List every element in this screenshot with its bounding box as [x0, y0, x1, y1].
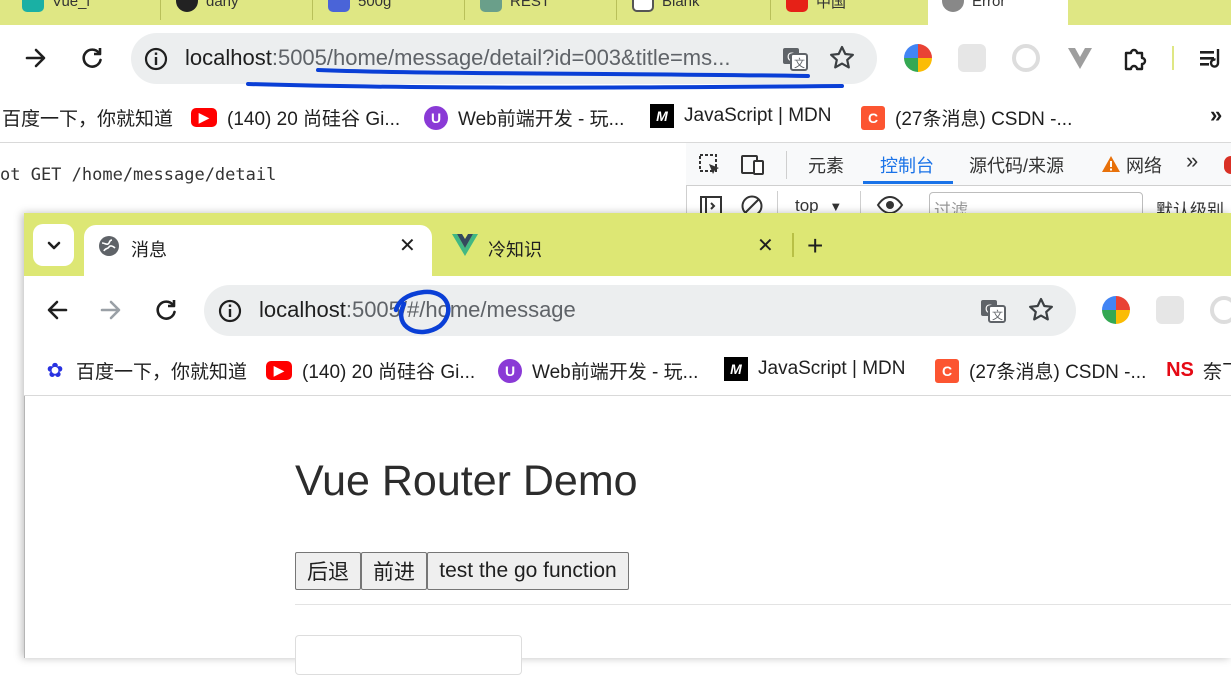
back-button[interactable]: 后退: [295, 552, 361, 590]
mdn-icon: M: [724, 357, 748, 381]
back-tab-4[interactable]: REST: [480, 0, 550, 16]
tab-favicon-icon: [22, 0, 44, 12]
extension-icon[interactable]: [1156, 296, 1184, 324]
error-badge: [1224, 156, 1231, 174]
dropdown-arrow-icon: ▼: [829, 199, 843, 214]
csdn-icon: C: [935, 358, 959, 383]
tab-search-button[interactable]: [33, 224, 74, 266]
back-arrow-icon[interactable]: [43, 296, 71, 329]
extensions-puzzle-icon[interactable]: [1121, 44, 1149, 77]
close-tab-icon[interactable]: ✕: [757, 233, 774, 258]
tab-favicon-icon: [480, 0, 502, 12]
more-tabs-chevron-icon[interactable]: »: [1186, 148, 1198, 174]
tab-title: 消息: [131, 240, 167, 260]
bookmark-youtube[interactable]: ▶ (140) 20 尚硅谷 Gi...: [191, 104, 400, 131]
extension-icon[interactable]: [1210, 296, 1231, 324]
forward-button[interactable]: 前进: [361, 552, 427, 590]
tab-favicon-icon: [632, 0, 654, 12]
mdn-icon: M: [650, 104, 674, 128]
reload-icon[interactable]: [78, 44, 106, 77]
close-tab-icon[interactable]: ✕: [399, 233, 416, 258]
back-tab-5[interactable]: Blank: [632, 0, 700, 16]
site-info-icon[interactable]: [142, 45, 170, 78]
web-icon: U: [424, 105, 448, 130]
bookmark-star-icon[interactable]: [828, 44, 856, 77]
translate-icon[interactable]: G文: [780, 44, 810, 79]
back-tab-active[interactable]: Error: [928, 0, 1068, 25]
forward-icon[interactable]: [22, 44, 50, 77]
bookmark-mdn[interactable]: M JavaScript | MDN: [650, 104, 831, 128]
reload-icon[interactable]: [152, 296, 180, 329]
bookmark-youtube[interactable]: ▶ (140) 20 尚硅谷 Gi...: [266, 357, 475, 384]
test-go-button[interactable]: test the go function: [427, 552, 629, 590]
forward-icon[interactable]: [97, 296, 125, 329]
back-tab-3[interactable]: 500g: [328, 0, 391, 16]
tab-title: 冷知识: [488, 240, 542, 260]
svg-text:文: 文: [992, 308, 1003, 322]
page-title: Vue Router Demo: [295, 457, 638, 505]
youtube-icon: [786, 0, 808, 12]
bookmark-csdn[interactable]: C (27条消息) CSDN -...: [861, 104, 1072, 131]
warning-icon: [1101, 155, 1121, 178]
devtools-tab-elements[interactable]: 元素: [808, 152, 844, 178]
more-bookmarks-button[interactable]: »: [1210, 102, 1222, 128]
back-url-text[interactable]: localhost:5005/home/message/detail?id=00…: [185, 43, 730, 73]
globe-icon: [98, 235, 120, 262]
new-tab-plus-icon[interactable]: +: [807, 230, 823, 262]
bookmark-web[interactable]: U Web前端开发 - 玩...: [498, 357, 698, 384]
youtube-icon: ▶: [266, 361, 292, 380]
bookmark-csdn[interactable]: C (27条消息) CSDN -...: [935, 357, 1146, 384]
extension-icon[interactable]: [1102, 296, 1130, 324]
tab-favicon-icon: [328, 0, 350, 12]
site-info-icon[interactable]: [216, 297, 244, 330]
chevron-down-icon: [47, 241, 60, 250]
bookmark-web[interactable]: U Web前端开发 - 玩...: [424, 104, 624, 131]
ns-icon: NS: [1166, 359, 1194, 381]
vue-icon: [452, 234, 478, 261]
toolbar-divider: [1172, 46, 1174, 70]
devtools-tab-network[interactable]: 网络: [1126, 152, 1162, 178]
bookmark-netflix[interactable]: NS奈飞: [1166, 357, 1231, 384]
bookmark-baidu[interactable]: 百度一下，你就知道: [2, 104, 173, 131]
device-toolbar-icon[interactable]: [740, 153, 766, 177]
bookmark-baidu[interactable]: ✿ 百度一下，你就知道: [44, 357, 247, 384]
divider: [295, 604, 1231, 605]
reading-list-icon[interactable]: [1198, 46, 1228, 77]
back-tab-6[interactable]: 中国: [786, 0, 846, 16]
bookmark-mdn[interactable]: M JavaScript | MDN: [724, 357, 905, 381]
extension-icon[interactable]: [1012, 44, 1040, 72]
nav-panel: [295, 635, 522, 675]
back-tab-1[interactable]: Vue_i: [22, 0, 90, 16]
baidu-icon: ✿: [46, 360, 64, 382]
inspect-element-icon[interactable]: [698, 153, 722, 177]
extension-icon[interactable]: [958, 44, 986, 72]
back-page-text: ot GET /home/message/detail: [0, 165, 277, 185]
svg-text:文: 文: [794, 56, 805, 70]
devtools-tab-sources[interactable]: 源代码/来源: [969, 152, 1064, 178]
translate-icon[interactable]: G文: [978, 296, 1008, 331]
front-url-text[interactable]: localhost:5005/#/home/message: [259, 295, 576, 325]
vue-devtools-icon[interactable]: [1066, 44, 1094, 77]
back-tab-2[interactable]: dany: [176, 0, 239, 16]
csdn-icon: C: [861, 105, 885, 130]
active-tab-indicator: [863, 181, 953, 184]
extension-icon[interactable]: [904, 44, 932, 72]
github-icon: [176, 0, 198, 12]
devtools-tab-console[interactable]: 控制台: [880, 152, 934, 178]
web-icon: U: [498, 358, 522, 383]
bookmark-star-icon[interactable]: [1027, 296, 1055, 329]
youtube-icon: ▶: [191, 108, 217, 127]
globe-icon: [942, 0, 964, 12]
